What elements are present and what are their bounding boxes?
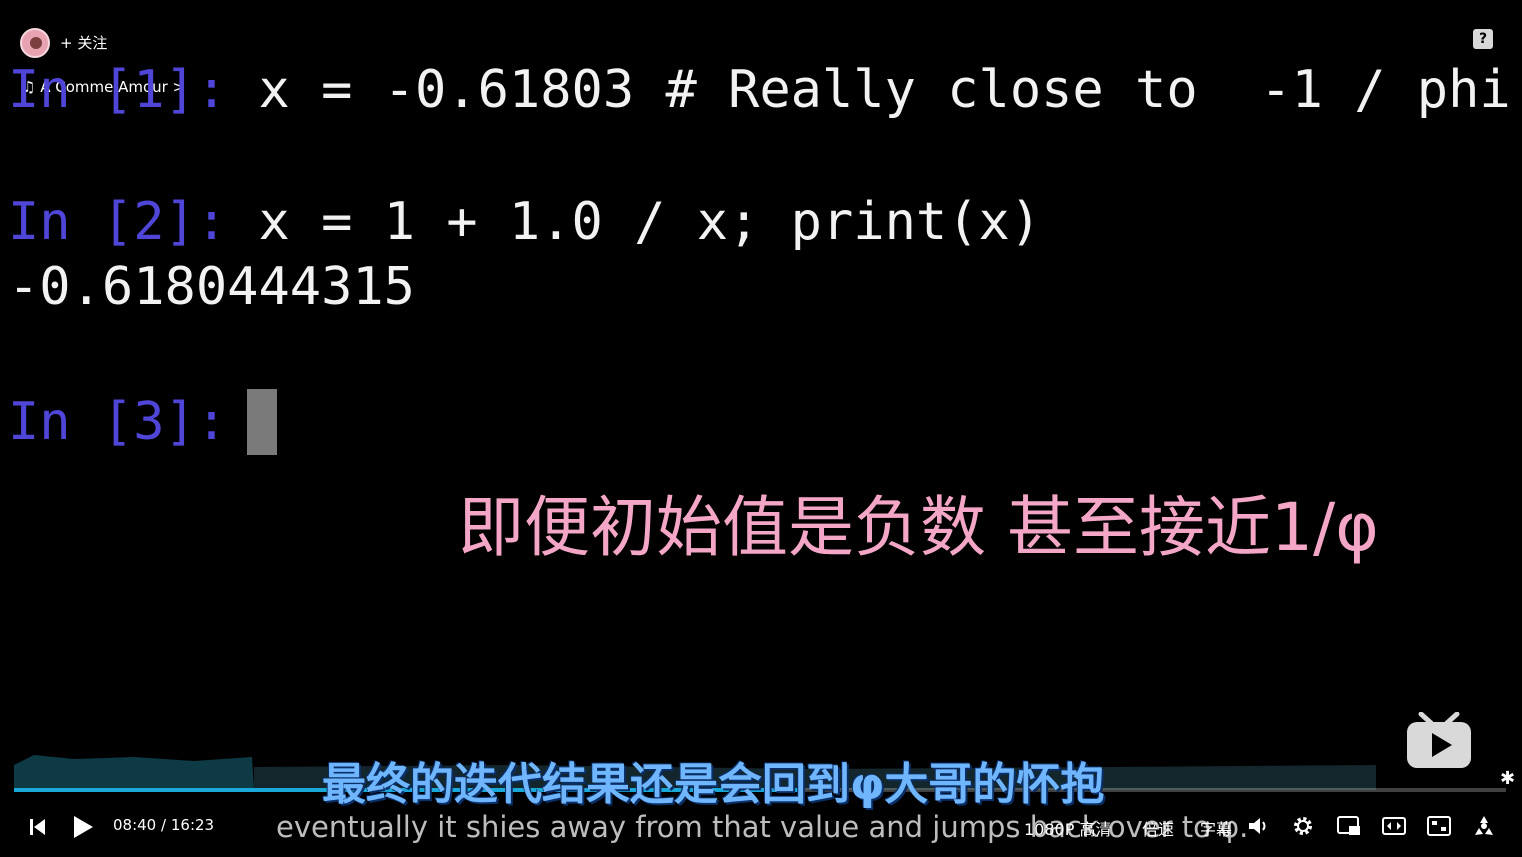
fullscreen-icon[interactable]: [1427, 816, 1451, 836]
terminal-cursor: [247, 389, 277, 455]
terminal-prompt: In [2]:: [8, 192, 228, 252]
picture-in-picture-icon[interactable]: [1337, 816, 1361, 836]
time-separator: /: [161, 816, 167, 834]
quality-button[interactable]: 1080P 高清: [1024, 816, 1111, 840]
follow-button[interactable]: + 关注: [60, 32, 107, 53]
terminal-code: x = 1 + 1.0 / x; print(x): [227, 192, 1042, 252]
volume-icon[interactable]: [1248, 816, 1270, 836]
terminal-line-3: In [3]:: [8, 392, 227, 452]
terminal-prompt: In [1]:: [8, 60, 228, 120]
time-display: 08:40 / 16:23: [113, 816, 214, 834]
terminal-line-1: In [1]: x = -0.61803 # Really close to -…: [8, 60, 1511, 120]
terminal-output-text: -0.6180444315: [8, 257, 415, 317]
terminal-line-2: In [2]: x = 1 + 1.0 / x; print(x): [8, 192, 1041, 252]
subtitle-button[interactable]: 字幕: [1200, 816, 1232, 840]
subtitle-chinese: 最终的迭代结果还是会回到φ大哥的怀抱: [322, 759, 1105, 810]
more-options-icon[interactable]: [1472, 815, 1496, 837]
terminal-prompt: In [3]:: [8, 392, 228, 452]
uploader-avatar[interactable]: [20, 28, 50, 58]
play-icon[interactable]: [72, 815, 94, 839]
widescreen-icon[interactable]: [1382, 817, 1406, 835]
tv-logo-icon[interactable]: [1405, 712, 1473, 770]
terminal-code: x = -0.61803 # Really close to -1 / phi: [227, 60, 1511, 120]
settings-gear-icon[interactable]: [1292, 815, 1314, 837]
duration: 16:23: [170, 816, 215, 834]
current-time: 08:40: [113, 816, 157, 834]
speed-button[interactable]: 倍速: [1142, 816, 1174, 840]
overlay-caption: 即便初始值是负数 甚至接近1/φ: [458, 489, 1379, 566]
video-player[interactable]: { "uploader": {"follow_label": "+ 关注"}, …: [0, 0, 1522, 857]
progress-handle-icon[interactable]: ✱: [1500, 768, 1515, 789]
terminal-output: -0.6180444315: [8, 257, 415, 317]
help-icon[interactable]: ?: [1473, 29, 1493, 49]
previous-icon[interactable]: [30, 818, 46, 836]
